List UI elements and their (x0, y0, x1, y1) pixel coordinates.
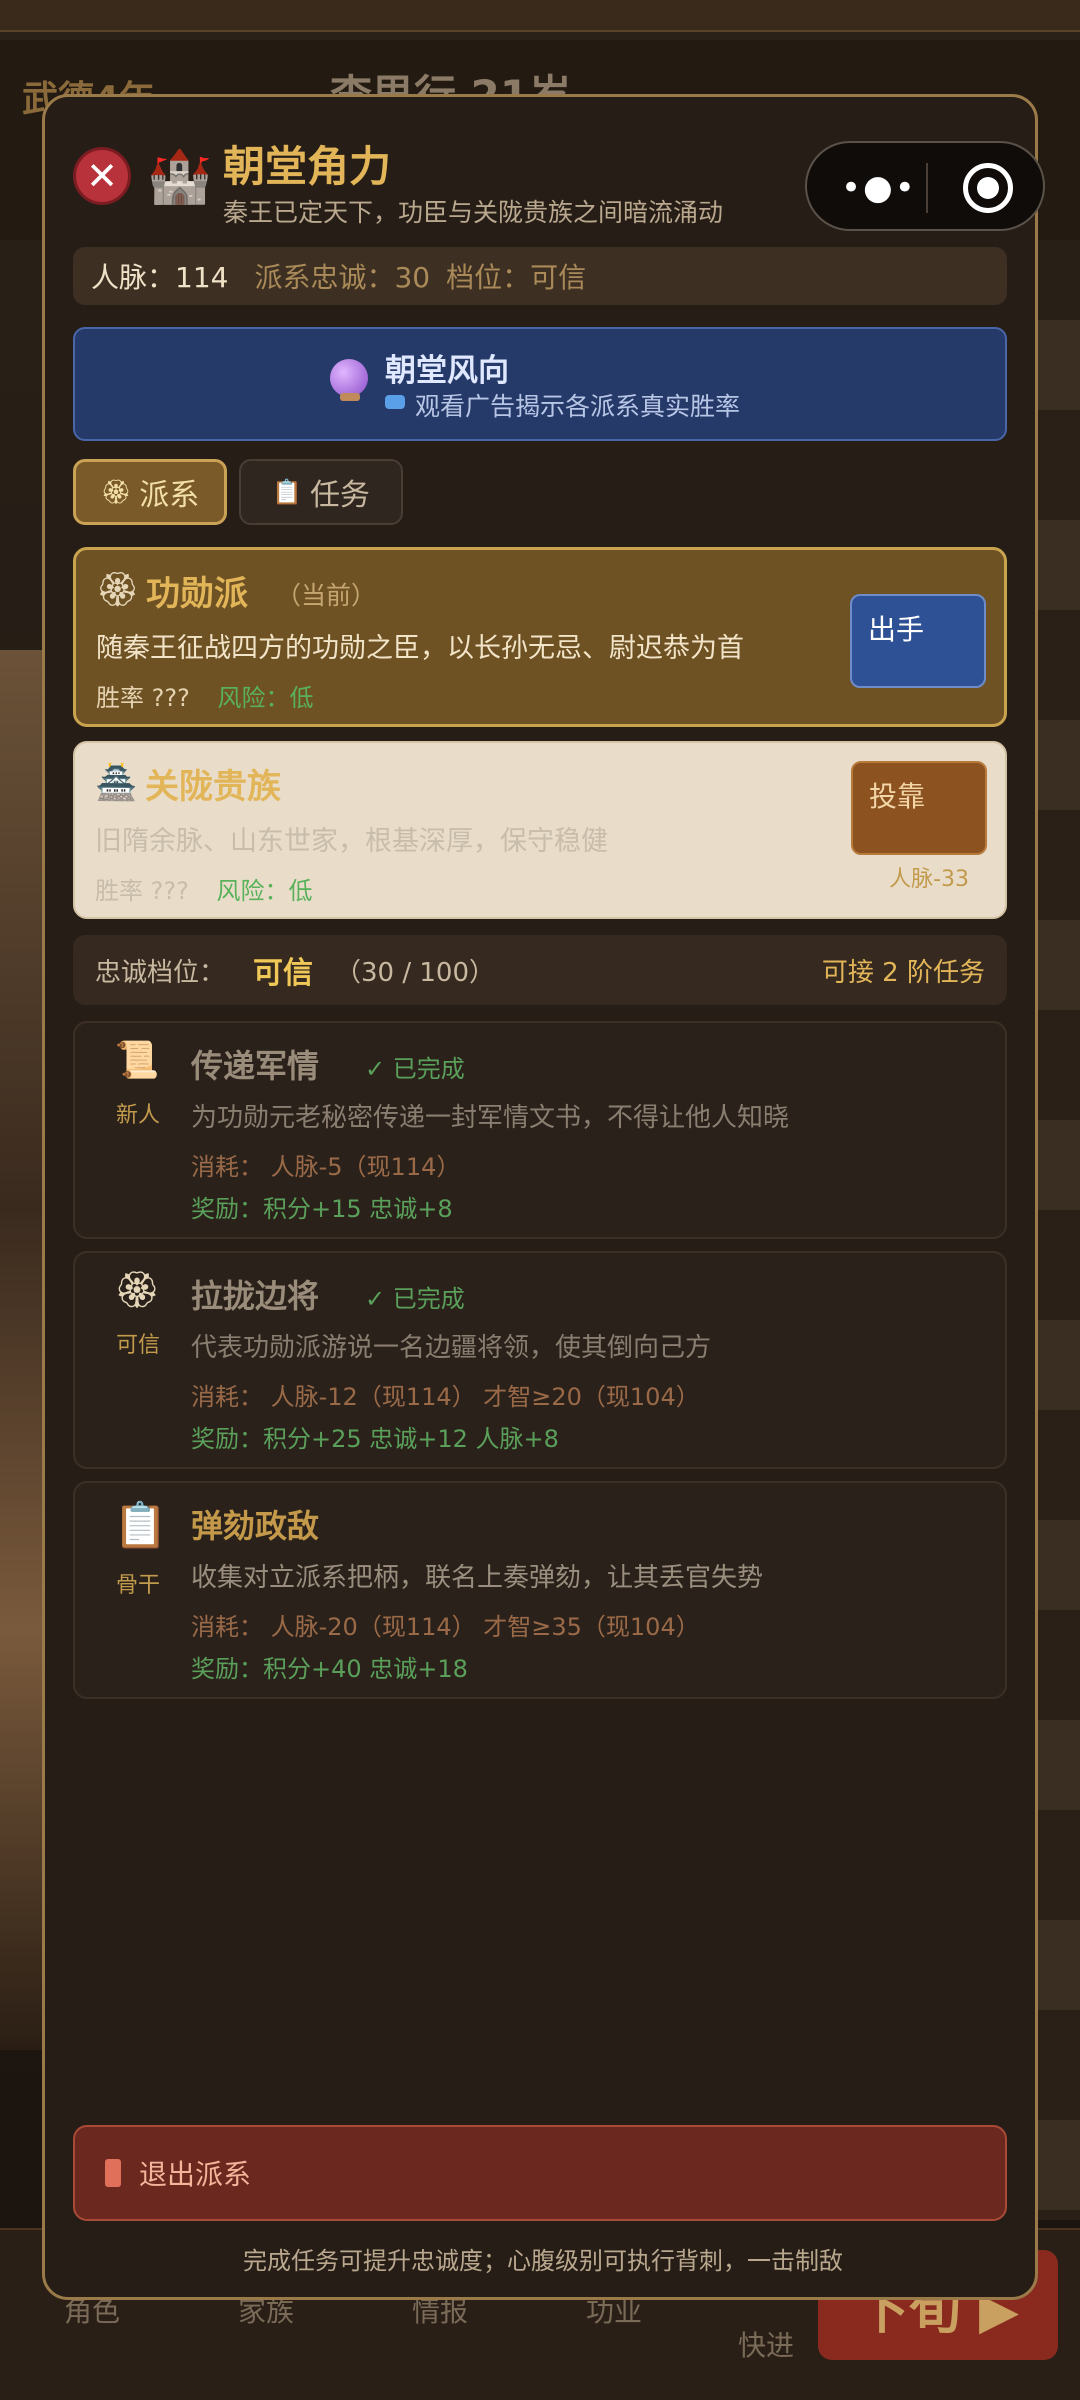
faction-meta: 胜率 ??? 风险：低 (96, 678, 313, 713)
task-name: 传递军情 (191, 1047, 320, 1085)
available-task-tier: 可接 2 阶任务 (821, 957, 985, 988)
tab-factions[interactable]: 🏵 派系 (73, 459, 227, 525)
renmai-value: 人脉：114 (91, 261, 229, 294)
act-button[interactable]: 出手 (850, 594, 986, 688)
footnote: 完成任务可提升忠诚度；心腹级别可执行背刺，一击制敌 (243, 2247, 843, 2275)
court-trend-banner[interactable]: 朝堂风向 观看广告揭示各派系真实胜率 (73, 327, 1007, 441)
faction-meta: 胜率 ??? 风险：低 (95, 871, 312, 906)
tab-tasks[interactable]: 📋 任务 (239, 459, 403, 525)
task-status-completed: ✓ 已完成 (365, 1285, 465, 1313)
task-card[interactable]: 📜 新人 传递军情 ✓ 已完成 为功勋元老秘密传递一封军情文书，不得让他人知晓 … (73, 1021, 1007, 1239)
court-trend-title: 朝堂风向 (385, 353, 509, 389)
task-reward: 奖励：积分+15 忠诚+8 (191, 1195, 453, 1223)
loyalty-tier-value: 档位：可信 (446, 261, 587, 294)
clipboard-icon: 📋 (113, 1500, 168, 1551)
fast-forward-button[interactable]: 快进 (738, 2324, 794, 2364)
court-trend-subtitle: 观看广告揭示各派系真实胜率 (415, 392, 741, 421)
miniprogram-capsule: •●• (805, 141, 1045, 231)
faction-description: 旧隋余脉、山东世家，根基深厚，保守稳健 (95, 826, 608, 857)
current-faction-tag: （当前） (276, 581, 377, 610)
faction-winrate: 胜率 ??? (96, 684, 190, 712)
castle-icon: 🏰 (147, 147, 212, 207)
exit-miniprogram-icon[interactable] (963, 163, 1013, 213)
join-cost: 人脉-33 (889, 867, 969, 892)
faction-card-current: 🏵 功勋派 （当前） 随秦王征战四方的功勋之臣，以长孙无忌、尉迟恭为首 胜率 ?… (73, 547, 1007, 727)
tab-factions-label: 派系 (139, 478, 200, 513)
task-reward: 奖励：积分+40 忠诚+18 (191, 1655, 468, 1683)
court-struggle-modal: ✕ 🏰 朝堂角力 秦王已定天下，功臣与关陇贵族之间暗流涌动 •●• 人脉：114… (42, 94, 1045, 2300)
faction-emblem-icon: 🏵 (96, 570, 140, 610)
task-name: 拉拢边将 (191, 1277, 320, 1315)
task-tier: 新人 (115, 1103, 160, 1128)
loyalty-tier-label: 忠诚档位： (95, 957, 226, 988)
exit-faction-button[interactable]: 退出派系 (73, 2125, 1007, 2221)
loyalty-tier-name: 可信 (253, 956, 314, 991)
exit-faction-label: 退出派系 (139, 2158, 252, 2191)
tv-icon (385, 395, 405, 409)
task-tier: 可信 (115, 1333, 160, 1358)
clipboard-icon: 📋 (272, 478, 302, 506)
faction-name: 功勋派 (146, 574, 248, 614)
close-button[interactable]: ✕ (73, 147, 131, 205)
modal-title: 朝堂角力 (223, 142, 392, 191)
faction-emblem-icon: 🏵 (114, 1270, 160, 1311)
faction-risk: 风险：低 (216, 877, 313, 905)
faction-loyalty-value: 派系忠诚：30 (254, 261, 431, 294)
task-status-completed: ✓ 已完成 (365, 1055, 465, 1083)
faction-description: 随秦王征战四方的功勋之臣，以长孙无忌、尉迟恭为首 (96, 633, 744, 664)
tab-tasks-label: 任务 (309, 478, 370, 513)
close-icon: ✕ (86, 154, 118, 198)
faction-name: 关陇贵族 (145, 767, 281, 807)
task-cost: 消耗： 人脉-20（现114） 才智≥35（现104） (191, 1613, 700, 1641)
faction-card-other: 🏯 关陇贵族 旧隋余脉、山东世家，根基深厚，保守稳健 胜率 ??? 风险：低 投… (73, 741, 1007, 919)
scroll-icon: 📜 (114, 1040, 160, 1081)
task-description: 代表功勋派游说一名边疆将领，使其倒向己方 (191, 1333, 712, 1363)
top-frame (0, 0, 1080, 32)
stats-bar: 人脉：114 派系忠诚：30 档位：可信 (73, 247, 1007, 305)
faction-winrate: 胜率 ??? (95, 877, 189, 905)
modal-subtitle: 秦王已定天下，功臣与关陇贵族之间暗流涌动 (223, 198, 724, 227)
door-icon (105, 2159, 121, 2187)
task-card[interactable]: 🏵 可信 拉拢边将 ✓ 已完成 代表功勋派游说一名边疆将领，使其倒向己方 消耗：… (73, 1251, 1007, 1469)
task-card[interactable]: 📋 骨干 弹劾政敌 收集对立派系把柄，联名上奏弹劾，让其丢官失势 消耗： 人脉-… (73, 1481, 1007, 1699)
task-cost: 消耗： 人脉-5（现114） (191, 1153, 461, 1181)
palace-icon: 🏯 (95, 763, 138, 803)
faction-risk: 风险：低 (217, 684, 314, 712)
join-faction-button[interactable]: 投靠 (851, 761, 987, 855)
capsule-divider (926, 163, 928, 213)
task-tier: 骨干 (115, 1573, 160, 1598)
loyalty-tier-bar: 忠诚档位： 可信 （30 / 100） 可接 2 阶任务 (73, 935, 1007, 1005)
task-cost: 消耗： 人脉-12（现114） 才智≥20（现104） (191, 1383, 700, 1411)
more-icon[interactable]: •●• (841, 168, 917, 208)
task-reward: 奖励：积分+25 忠诚+12 人脉+8 (191, 1425, 559, 1453)
crystal-ball-icon (330, 359, 368, 401)
task-name: 弹劾政敌 (191, 1507, 320, 1545)
faction-emblem-icon: 🏵 (100, 478, 132, 506)
loyalty-progress: （30 / 100） (335, 957, 496, 988)
task-description: 为功勋元老秘密传递一封军情文书，不得让他人知晓 (191, 1103, 790, 1133)
task-description: 收集对立派系把柄，联名上奏弹劾，让其丢官失势 (191, 1563, 764, 1593)
